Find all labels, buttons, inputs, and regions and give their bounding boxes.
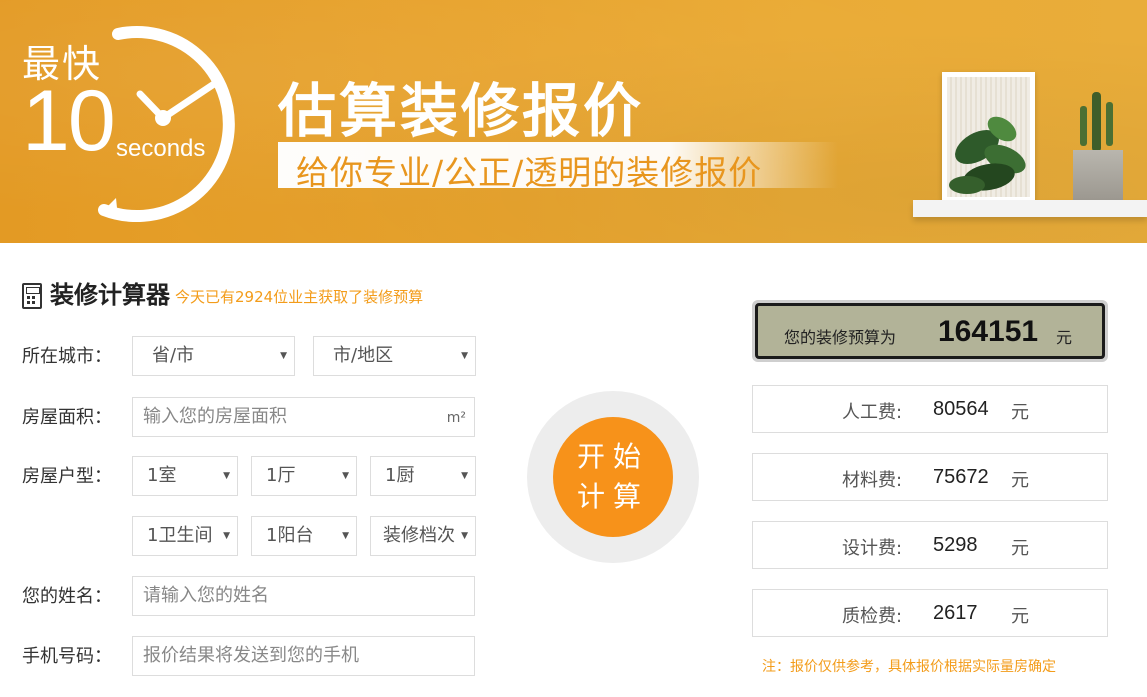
seconds-label: seconds <box>116 135 206 162</box>
layout-label: 房屋户型： <box>22 466 112 487</box>
chevron-down-icon: ▼ <box>461 351 468 361</box>
plant-pot <box>1073 150 1123 200</box>
hall-select[interactable]: 1厅 ▼ <box>251 456 357 496</box>
province-select[interactable]: 省/市 ▼ <box>132 336 295 376</box>
phone-input-placeholder: 报价结果将发送到您的手机 <box>143 645 359 666</box>
calculator-title: 装修计算器 <box>50 281 170 309</box>
area-input[interactable]: 输入您的房屋面积 m² <box>132 397 475 437</box>
kitchen-select-value: 1厨 <box>385 465 415 486</box>
cost-unit: 元 <box>1011 402 1029 423</box>
banner-title: 估算装修报价 <box>278 77 645 145</box>
hero-banner: 最快 10 seconds 估算装修报价 给你专业/公正/透明的装修报价 <box>0 0 1147 243</box>
material-cost-row: 材料费: 75672 元 <box>752 453 1108 501</box>
name-input-placeholder: 请输入您的姓名 <box>143 585 269 606</box>
balcony-select[interactable]: 1阳台 ▼ <box>251 516 357 556</box>
leaf-icon <box>949 116 1026 194</box>
chevron-down-icon: ▼ <box>459 517 468 555</box>
chevron-down-icon: ▼ <box>223 471 230 481</box>
province-select-value: 省/市 <box>152 345 195 366</box>
shelf <box>913 200 1147 217</box>
banner-subtitle: 给你专业/公正/透明的装修报价 <box>296 153 763 192</box>
banner-subtitle-strip: 给你专业/公正/透明的装修报价 <box>278 142 838 192</box>
cost-unit: 元 <box>1011 470 1029 491</box>
chevron-down-icon: ▼ <box>342 531 349 541</box>
budget-label: 您的装修预算为 <box>784 328 897 347</box>
calculator-header: 装修计算器 今天已有2924位业主获取了装修预算 <box>22 281 423 309</box>
area-input-placeholder: 输入您的房屋面积 <box>143 406 287 427</box>
budget-value: 164151 <box>938 315 1039 348</box>
hall-select-value: 1厅 <box>266 465 296 486</box>
cost-value: 75672 <box>933 466 989 488</box>
labor-cost-row: 人工费: 80564 元 <box>752 385 1108 433</box>
inspection-cost-row: 质检费: 2617 元 <box>752 589 1108 637</box>
ten-number: 10 <box>22 73 116 169</box>
bathroom-select-value: 1卫生间 <box>147 525 213 546</box>
area-unit: m² <box>446 410 466 426</box>
chevron-down-icon: ▼ <box>342 471 349 481</box>
plant-frame-image <box>942 72 1035 202</box>
grade-select[interactable]: 装修档次 ▼ <box>370 516 476 556</box>
cost-unit: 元 <box>1011 606 1029 627</box>
kitchen-select[interactable]: 1厨 ▼ <box>370 456 476 496</box>
calculator-icon <box>22 283 42 309</box>
cost-value: 80564 <box>933 398 989 420</box>
cost-value: 5298 <box>933 534 978 556</box>
calculate-button-line2: 计算 <box>576 480 649 513</box>
cost-name: 质检费: <box>842 606 903 627</box>
bathroom-select[interactable]: 1卫生间 ▼ <box>132 516 238 556</box>
chevron-down-icon: ▼ <box>280 351 287 361</box>
room-select[interactable]: 1室 ▼ <box>132 456 238 496</box>
chevron-down-icon: ▼ <box>223 531 230 541</box>
grade-select-value: 装修档次 <box>383 525 455 546</box>
name-input[interactable]: 请输入您的姓名 <box>132 576 475 616</box>
calculate-button[interactable]: 开始 计算 <box>553 417 673 537</box>
cost-value: 2617 <box>933 602 978 624</box>
design-cost-row: 设计费: 5298 元 <box>752 521 1108 569</box>
cost-unit: 元 <box>1011 538 1029 559</box>
name-label: 您的姓名： <box>22 586 112 607</box>
district-select[interactable]: 市/地区 ▼ <box>313 336 476 376</box>
phone-input[interactable]: 报价结果将发送到您的手机 <box>132 636 475 676</box>
disclaimer-note: 注：报价仅供参考，具体报价根据实际量房确定 <box>762 659 1056 675</box>
cost-name: 人工费: <box>842 402 903 423</box>
city-label: 所在城市： <box>22 346 112 367</box>
district-select-value: 市/地区 <box>333 345 394 366</box>
chevron-down-icon: ▼ <box>461 471 468 481</box>
cost-name: 设计费: <box>842 538 903 559</box>
calculate-button-line1: 开始 <box>576 440 649 473</box>
balcony-select-value: 1阳台 <box>266 525 314 546</box>
phone-label: 手机号码： <box>22 646 112 667</box>
area-label: 房屋面积： <box>22 407 112 428</box>
room-select-value: 1室 <box>147 465 177 486</box>
budget-unit: 元 <box>1056 328 1073 347</box>
owner-count-text: 今天已有2924位业主获取了装修预算 <box>175 288 424 306</box>
cost-name: 材料费: <box>842 470 903 491</box>
budget-display: 您的装修预算为 164151 元 <box>752 300 1108 362</box>
cactus-icon <box>1080 92 1113 152</box>
